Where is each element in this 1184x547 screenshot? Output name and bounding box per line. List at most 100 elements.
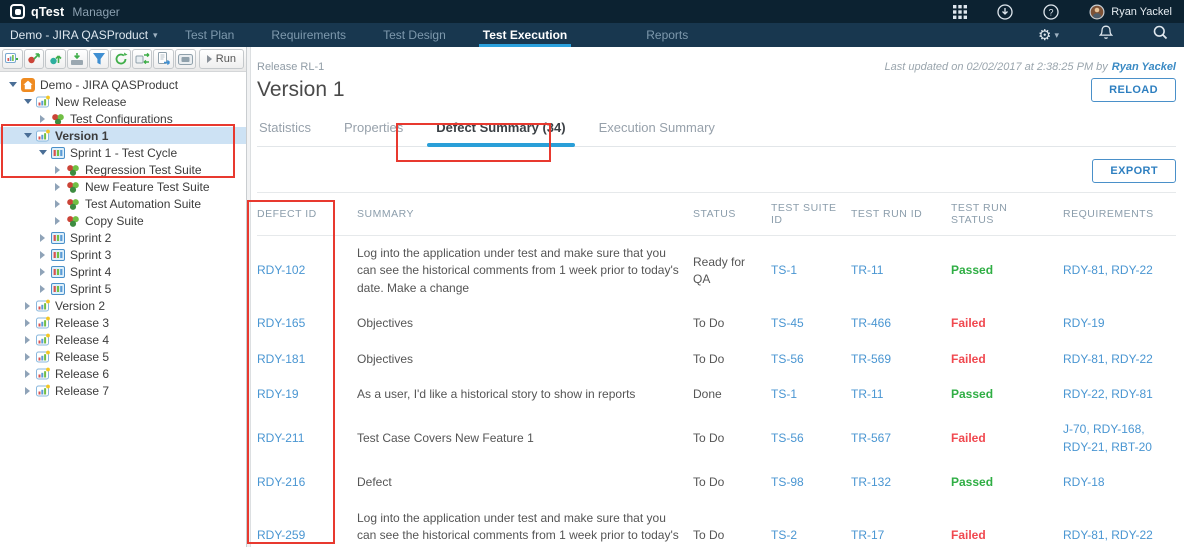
defect-id-link[interactable]: RDY-181 <box>257 352 305 366</box>
expand-arrow-icon[interactable] <box>53 200 62 208</box>
column-header-requirements[interactable]: REQUIREMENTS <box>1063 193 1176 236</box>
tree-item-sprint-4[interactable]: Sprint 4 <box>0 263 246 280</box>
settings-menu[interactable]: ⚙ ▾ <box>1038 28 1059 43</box>
collapse-arrow-icon[interactable] <box>23 133 32 138</box>
expand-arrow-icon[interactable] <box>38 251 47 259</box>
tree-item-release-6[interactable]: Release 6 <box>0 365 246 382</box>
collapse-arrow-icon[interactable] <box>38 150 47 155</box>
project-selector[interactable]: Demo - JIRA QASProduct ▾ <box>10 28 158 42</box>
tree-item-version-2[interactable]: Version 2 <box>0 297 246 314</box>
collapse-arrow-icon[interactable] <box>8 82 17 87</box>
tree-item-regression-test-suite[interactable]: Regression Test Suite <box>0 161 246 178</box>
expand-arrow-icon[interactable] <box>38 268 47 276</box>
column-header-defect-id[interactable]: DEFECT ID <box>257 193 357 236</box>
defect-id-link[interactable]: RDY-216 <box>257 475 305 489</box>
user-menu[interactable]: Ryan Yackel <box>1089 4 1172 20</box>
column-header-test-suite-id[interactable]: TEST SUITE ID <box>771 193 851 236</box>
last-updated-user[interactable]: Ryan Yackel <box>1112 61 1176 73</box>
tree-item-sprint-5[interactable]: Sprint 5 <box>0 280 246 297</box>
test-run-id-link[interactable]: TR-132 <box>851 475 891 489</box>
nav-item-test-plan[interactable]: Test Plan <box>183 23 236 47</box>
test-run-id-link[interactable]: TR-11 <box>851 263 883 277</box>
search-icon[interactable] <box>1153 25 1168 45</box>
expand-arrow-icon[interactable] <box>23 387 32 395</box>
column-header-test-run-status[interactable]: TEST RUN STATUS <box>951 193 1063 236</box>
nav-item-test-execution[interactable]: Test Execution <box>481 23 569 47</box>
expand-arrow-icon[interactable] <box>38 285 47 293</box>
screenshot-button[interactable] <box>175 49 196 69</box>
nav-item-requirements[interactable]: Requirements <box>269 23 348 47</box>
requirements-links[interactable]: RDY-18 <box>1063 475 1105 489</box>
tree-item-release-7[interactable]: Release 7 <box>0 382 246 399</box>
tree-item-new-release[interactable]: New Release <box>0 93 246 110</box>
export-button[interactable]: EXPORT <box>1092 159 1176 183</box>
tree-item-release-3[interactable]: Release 3 <box>0 314 246 331</box>
requirements-links[interactable]: RDY-19 <box>1063 316 1105 330</box>
test-run-id-link[interactable]: TR-569 <box>851 352 891 366</box>
refresh-button[interactable] <box>110 49 131 69</box>
expand-arrow-icon[interactable] <box>23 336 32 344</box>
expand-arrow-icon[interactable] <box>23 353 32 361</box>
add-release-button[interactable] <box>2 49 23 69</box>
column-header-test-run-id[interactable]: TEST RUN ID <box>851 193 951 236</box>
tree-item-demo-jira-qasproduct[interactable]: Demo - JIRA QASProduct <box>0 76 246 93</box>
tab-defect-summary-34[interactable]: Defect Summary (34) <box>436 117 565 146</box>
test-run-id-link[interactable]: TR-466 <box>851 316 891 330</box>
requirements-links[interactable]: RDY-81, RDY-22 <box>1063 528 1153 542</box>
column-header-status[interactable]: STATUS <box>693 193 771 236</box>
copy-button[interactable] <box>132 49 153 69</box>
tree-item-new-feature-test-suite[interactable]: New Feature Test Suite <box>0 178 246 195</box>
tree-item-sprint-2[interactable]: Sprint 2 <box>0 229 246 246</box>
tab-properties[interactable]: Properties <box>344 117 403 146</box>
expand-arrow-icon[interactable] <box>38 234 47 242</box>
test-suite-id-link[interactable]: TS-1 <box>771 263 797 277</box>
tree-item-release-5[interactable]: Release 5 <box>0 348 246 365</box>
defect-id-link[interactable]: RDY-259 <box>257 528 305 542</box>
test-suite-id-link[interactable]: TS-1 <box>771 387 797 401</box>
add-test-cycle-button[interactable] <box>24 49 45 69</box>
expand-arrow-icon[interactable] <box>23 319 32 327</box>
tree-item-sprint-1-test-cycle[interactable]: Sprint 1 - Test Cycle <box>0 144 246 161</box>
add-test-suite-button[interactable] <box>45 49 66 69</box>
tree-item-test-automation-suite[interactable]: Test Automation Suite <box>0 195 246 212</box>
export-report-button[interactable] <box>153 49 174 69</box>
requirements-links[interactable]: RDY-22, RDY-81 <box>1063 387 1153 401</box>
tree-item-test-configurations[interactable]: Test Configurations <box>0 110 246 127</box>
bell-icon[interactable] <box>1099 25 1113 45</box>
expand-arrow-icon[interactable] <box>23 370 32 378</box>
test-run-id-link[interactable]: TR-11 <box>851 387 883 401</box>
tree-item-sprint-3[interactable]: Sprint 3 <box>0 246 246 263</box>
import-button[interactable] <box>67 49 88 69</box>
requirements-links[interactable]: J-70, RDY-168, RDY-21, RBT-20 <box>1063 422 1152 453</box>
expand-arrow-icon[interactable] <box>38 115 47 123</box>
defect-id-link[interactable]: RDY-19 <box>257 387 299 401</box>
nav-item-test-design[interactable]: Test Design <box>381 23 448 47</box>
test-suite-id-link[interactable]: TS-98 <box>771 475 804 489</box>
tab-statistics[interactable]: Statistics <box>259 117 311 146</box>
run-button[interactable]: Run <box>199 49 244 69</box>
help-icon[interactable]: ? <box>1043 4 1059 20</box>
collapse-arrow-icon[interactable] <box>23 99 32 104</box>
test-suite-id-link[interactable]: TS-56 <box>771 352 804 366</box>
requirements-links[interactable]: RDY-81, RDY-22 <box>1063 352 1153 366</box>
apps-grid-icon[interactable] <box>953 5 967 19</box>
column-header-summary[interactable]: SUMMARY <box>357 193 693 236</box>
tree-item-release-4[interactable]: Release 4 <box>0 331 246 348</box>
download-icon[interactable] <box>997 4 1013 20</box>
filter-button[interactable] <box>89 49 110 69</box>
expand-arrow-icon[interactable] <box>53 166 62 174</box>
expand-arrow-icon[interactable] <box>53 217 62 225</box>
defect-id-link[interactable]: RDY-165 <box>257 316 305 330</box>
expand-arrow-icon[interactable] <box>53 183 62 191</box>
reload-button[interactable]: RELOAD <box>1091 78 1176 102</box>
nav-item-reports[interactable]: Reports <box>644 23 690 47</box>
defect-id-link[interactable]: RDY-102 <box>257 263 305 277</box>
test-suite-id-link[interactable]: TS-45 <box>771 316 804 330</box>
tab-execution-summary[interactable]: Execution Summary <box>599 117 715 146</box>
test-suite-id-link[interactable]: TS-56 <box>771 431 804 445</box>
requirements-links[interactable]: RDY-81, RDY-22 <box>1063 263 1153 277</box>
tree-item-version-1[interactable]: Version 1 <box>0 127 246 144</box>
expand-arrow-icon[interactable] <box>23 302 32 310</box>
test-run-id-link[interactable]: TR-17 <box>851 528 884 542</box>
test-suite-id-link[interactable]: TS-2 <box>771 528 797 542</box>
